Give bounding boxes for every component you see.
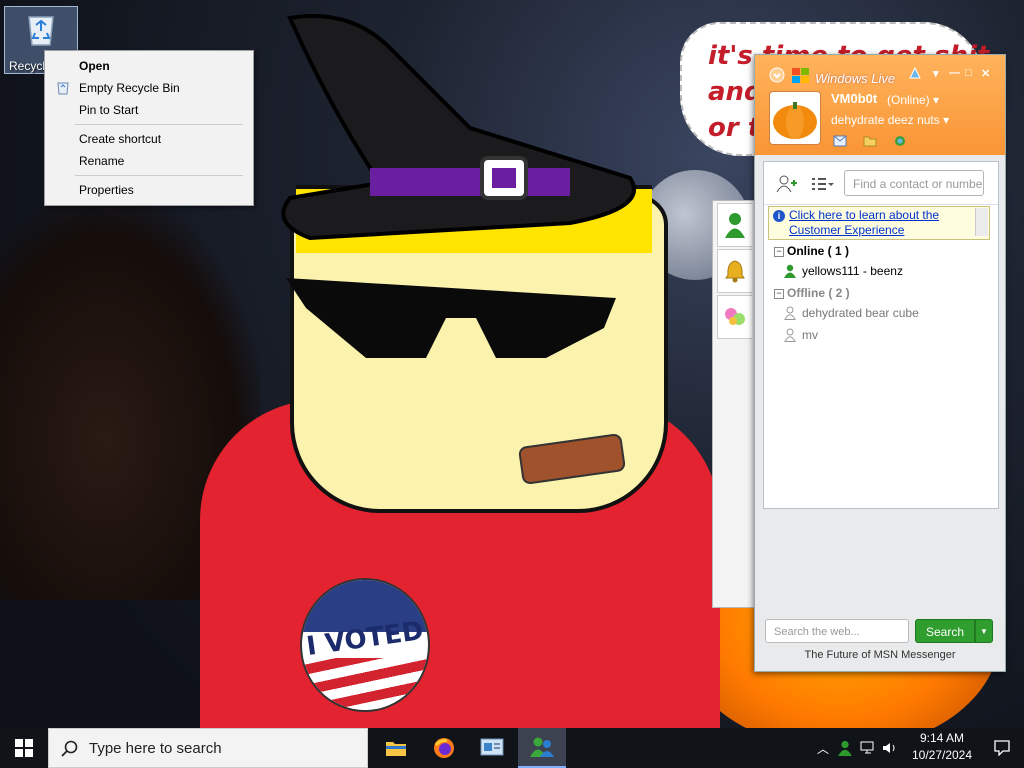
taskbar: Type here to search ︿ 9:14 AM 10/27/2024 [0, 728, 1024, 768]
games-icon [725, 308, 745, 325]
menu-item-pin-to-start[interactable]: Pin to Start [45, 99, 253, 121]
messenger-header: Windows Live Messenger ▾ — □ ✕ VM0b0t (O… [755, 55, 1005, 155]
web-search-input[interactable]: Search the web... [765, 619, 909, 643]
windows-flag-icon [792, 68, 809, 83]
mail-icon[interactable] [833, 135, 847, 147]
menu-item-open[interactable]: Open [45, 55, 253, 77]
contact-list-panel: Find a contact or number i Click here to… [763, 161, 999, 509]
recycle-bin-icon [28, 16, 54, 46]
i-voted-badge: I VOTED [300, 578, 430, 712]
avatar[interactable] [769, 91, 821, 145]
menu-separator [75, 175, 243, 176]
offline-buddy-icon [784, 306, 796, 320]
chevron-up-icon[interactable]: ︿ [814, 740, 832, 757]
folder-icon[interactable] [863, 135, 877, 147]
system-tray: ︿ [814, 728, 898, 768]
recycle-bin-icon [57, 82, 69, 95]
firefox-icon [434, 738, 454, 758]
windows-logo-icon [15, 739, 33, 757]
network-icon[interactable] [860, 741, 876, 755]
customer-experience-notice[interactable]: i Click here to learn about the Customer… [768, 206, 990, 240]
start-button[interactable] [0, 728, 48, 768]
collapse-icon: − [774, 246, 784, 257]
collapse-icon: − [774, 288, 784, 299]
menu-item-rename[interactable]: Rename [45, 150, 253, 172]
personal-message[interactable]: dehydrate deez nuts ▾ [831, 113, 949, 127]
menu-separator [75, 124, 243, 125]
add-contact-icon[interactable] [774, 174, 798, 194]
volume-icon[interactable] [882, 741, 898, 755]
clock-date: 10/27/2024 [911, 748, 973, 762]
tab-alerts[interactable] [717, 249, 752, 293]
notice-link-line[interactable]: Click here to learn about the [789, 208, 939, 222]
wallpaper-witch-hat [281, 14, 636, 241]
online-buddy-icon [784, 264, 796, 278]
context-menu: Open Empty Recycle Bin Pin to Start Crea… [44, 50, 254, 206]
contact-item[interactable]: yellows111 - beenz [784, 264, 903, 278]
bell-icon [725, 260, 745, 283]
customize-icon[interactable] [907, 65, 923, 81]
window-title: Windows Live Messenger [815, 71, 897, 86]
messenger-icon [530, 737, 554, 757]
taskbar-app-file-explorer[interactable] [372, 728, 420, 768]
taskbar-clock[interactable]: 9:14 AM 10/27/2024 [906, 730, 978, 764]
action-center-button[interactable] [980, 728, 1024, 768]
notification-icon [994, 740, 1010, 756]
file-explorer-icon [386, 742, 406, 756]
taskbar-search-box[interactable]: Type here to search [48, 728, 368, 768]
notice-link-line[interactable]: Customer Experience [789, 223, 904, 237]
minimize-icon[interactable]: — [949, 67, 960, 79]
taskbar-search-placeholder: Type here to search [89, 740, 222, 757]
options-icon[interactable]: ▾ [933, 67, 939, 80]
username[interactable]: VM0b0t [831, 91, 877, 106]
group-offline[interactable]: − Offline ( 2 ) [774, 286, 850, 300]
contact-item[interactable]: dehydrated bear cube [784, 306, 919, 320]
info-icon: i [773, 210, 785, 222]
search-dropdown-icon[interactable]: ▼ [975, 619, 993, 643]
taskbar-app-firefox[interactable] [420, 728, 468, 768]
group-online[interactable]: − Online ( 1 ) [774, 244, 849, 258]
messenger-tray-icon[interactable] [838, 740, 852, 756]
contact-toolbar: Find a contact or number [764, 162, 998, 205]
web-search-bar: Search the web... Search ▼ [765, 619, 997, 645]
tab-games[interactable] [717, 295, 752, 339]
maximize-icon[interactable]: □ [965, 67, 972, 79]
status-selector[interactable]: (Online) ▾ [887, 93, 939, 107]
pumpkin-avatar-icon [773, 102, 817, 139]
taskbar-app-control-panel[interactable] [468, 728, 516, 768]
search-button[interactable]: Search [915, 619, 975, 643]
spaces-icon[interactable] [893, 135, 907, 147]
contact-item[interactable]: mv [784, 328, 818, 342]
notice-scrollbar[interactable] [975, 208, 988, 236]
menu-item-properties[interactable]: Properties [45, 179, 253, 201]
messenger-side-tabs [712, 200, 755, 608]
menu-item-create-shortcut[interactable]: Create shortcut [45, 128, 253, 150]
clock-time: 9:14 AM [919, 731, 965, 745]
messenger-footer: The Future of MSN Messenger [804, 649, 956, 661]
buddy-icon [725, 213, 745, 238]
find-contact-input[interactable]: Find a contact or number [844, 170, 984, 196]
menu-item-label: Empty Recycle Bin [79, 81, 180, 95]
control-panel-icon [480, 738, 504, 756]
sort-view-icon[interactable] [810, 174, 834, 194]
menu-item-empty-recycle-bin[interactable]: Empty Recycle Bin [45, 77, 253, 99]
messenger-menu-icon[interactable] [769, 67, 785, 83]
offline-buddy-icon [784, 328, 796, 342]
wallpaper-sunglasses [286, 278, 616, 358]
search-icon [61, 740, 78, 757]
close-icon[interactable]: ✕ [981, 67, 990, 80]
tab-contacts[interactable] [717, 203, 752, 247]
messenger-window: Windows Live Messenger ▾ — □ ✕ VM0b0t (O… [754, 54, 1006, 672]
taskbar-app-messenger[interactable] [518, 728, 566, 768]
